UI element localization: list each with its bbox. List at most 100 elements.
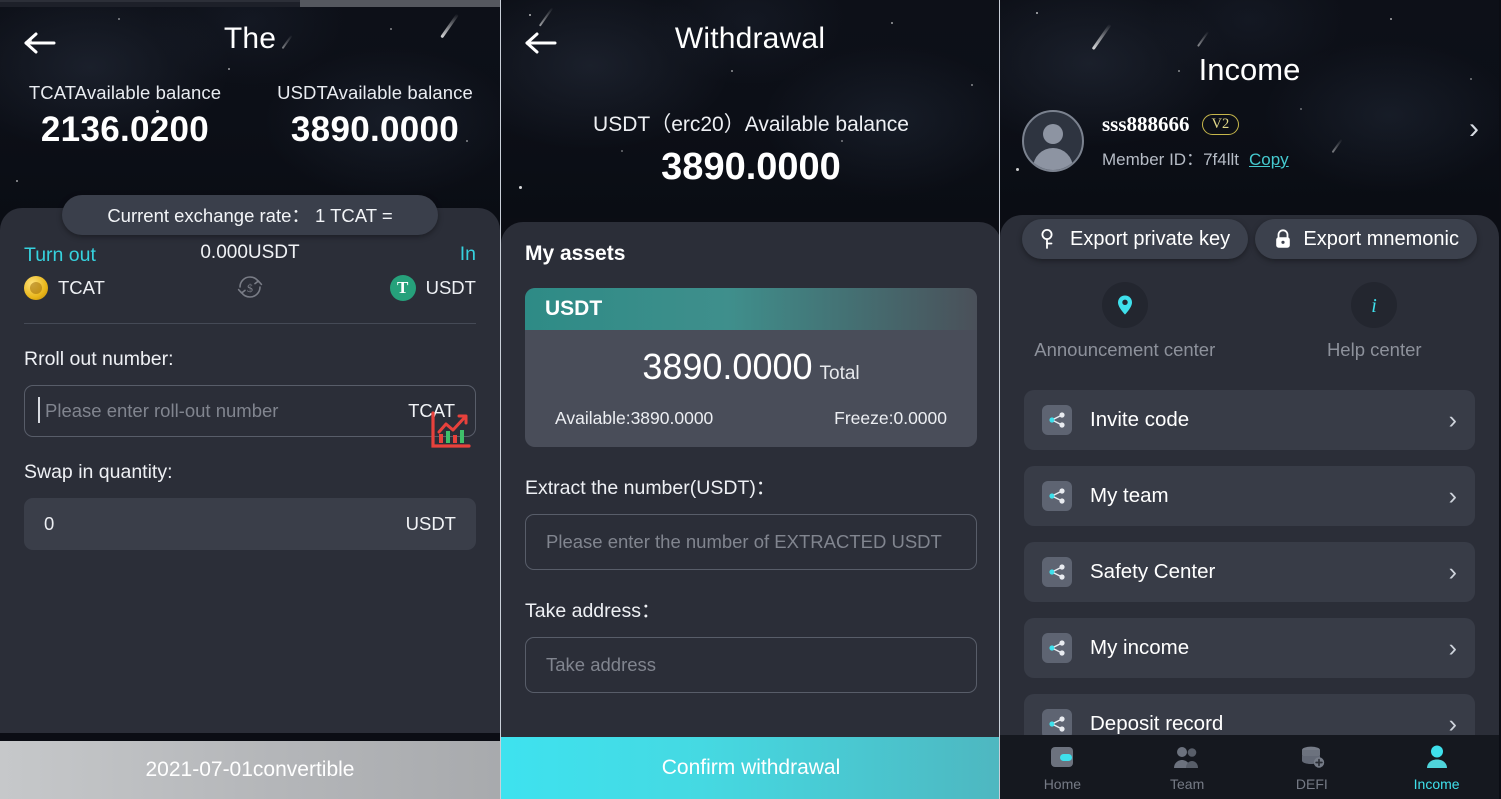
- swap-in-coin[interactable]: USDT: [327, 274, 476, 301]
- panel-income: Income sss888666 V2 Member ID：7f4llt Copy…: [1000, 0, 1499, 799]
- tab-label: Income: [1413, 776, 1460, 792]
- swap-toggle-button[interactable]: $: [173, 273, 327, 301]
- take-address-input[interactable]: Take address: [525, 637, 977, 693]
- menu-item-invite-code[interactable]: Invite code ›: [1024, 390, 1475, 450]
- usdt-coin-icon: [389, 274, 416, 301]
- balance-tcat: TCATAvailable balance 2136.0200: [0, 82, 250, 150]
- extract-number-input[interactable]: Please enter the number of EXTRACTED USD…: [525, 514, 977, 570]
- withdrawal-form-sheet: My assets USDT 3890.0000 Total Available:…: [501, 222, 999, 799]
- income-menu-list: Invite code › My team › Safety Center › …: [1024, 390, 1475, 770]
- withdrawal-balance-label: USDT（erc20）Available balance: [593, 113, 909, 136]
- take-address-placeholder: Take address: [546, 654, 657, 675]
- centers-row: Announcement center i Help center: [1000, 282, 1499, 361]
- swap-in-label: Swap in quantity:: [24, 461, 173, 483]
- export-private-key-label: Export private key: [1070, 227, 1231, 250]
- extract-number-placeholder: Please enter the number of EXTRACTED USD…: [546, 531, 942, 552]
- swap-direction-row: Turn out TCAT 0.000USDT $ In T USDT: [24, 242, 476, 301]
- trend-chart-icon[interactable]: [428, 410, 472, 450]
- balance-label: USDTAvailable balance: [277, 82, 473, 103]
- asset-freeze: Freeze:0.0000: [834, 408, 947, 428]
- page-title: Income: [1198, 52, 1301, 87]
- balance-summary: TCATAvailable balance 2136.0200 USDTAvai…: [0, 82, 500, 150]
- scroll-thumb[interactable]: [300, 0, 500, 7]
- asset-symbol: USDT: [525, 288, 977, 330]
- menu-item-my-team[interactable]: My team ›: [1024, 466, 1475, 526]
- key-icon: [1041, 229, 1053, 249]
- chevron-right-icon: ›: [1448, 633, 1457, 662]
- menu-item-safety-center[interactable]: Safety Center ›: [1024, 542, 1475, 602]
- swap-in-unit: USDT: [405, 513, 456, 534]
- confirm-withdrawal-button[interactable]: Confirm withdrawal: [501, 737, 999, 799]
- export-buttons-row: Export private key Export mnemonic: [1000, 219, 1499, 259]
- copy-button[interactable]: Copy: [1249, 150, 1289, 169]
- tab-home[interactable]: Home: [1000, 742, 1125, 792]
- asset-total-value: 3890.0000: [642, 346, 813, 387]
- profile-summary[interactable]: sss888666 V2 Member ID：7f4llt Copy: [1022, 110, 1289, 172]
- tab-label: Home: [1043, 776, 1082, 792]
- export-private-key-button[interactable]: Export private key: [1022, 219, 1249, 259]
- bottom-tab-bar: Home Team DEFI Income: [1000, 735, 1499, 799]
- avatar-icon: [1022, 110, 1084, 172]
- exchange-rate-pill: Current exchange rate： 1 TCAT =: [62, 195, 438, 235]
- balance-usdt: USDTAvailable balance 3890.0000: [250, 82, 500, 150]
- member-id-label: Member ID：: [1102, 150, 1204, 169]
- svg-text:$: $: [247, 281, 253, 295]
- asset-breakdown: Available:3890.0000 Freeze:0.0000: [543, 408, 959, 429]
- share-network-icon: [1042, 481, 1072, 511]
- exchange-form-sheet: Turn out TCAT 0.000USDT $ In T USDT Rrol…: [0, 208, 500, 733]
- tab-label: Team: [1170, 776, 1205, 792]
- share-network-icon: [1042, 405, 1072, 435]
- balance-value: 3890.0000: [290, 110, 460, 149]
- panel1-header: The: [0, 0, 500, 86]
- menu-item-label: My team: [1090, 484, 1169, 507]
- export-mnemonic-label: Export mnemonic: [1303, 227, 1459, 250]
- roll-out-input[interactable]: Please enter roll-out number TCAT: [24, 385, 476, 437]
- export-mnemonic-button[interactable]: Export mnemonic: [1255, 219, 1477, 259]
- swap-in-caption: In: [459, 242, 476, 265]
- asset-total-row: 3890.0000 Total: [543, 346, 959, 388]
- withdrawal-balance-value: 3890.0000: [661, 146, 841, 188]
- help-center-button[interactable]: i Help center: [1250, 282, 1500, 361]
- svg-text:i: i: [1371, 295, 1377, 317]
- asset-card-body: 3890.0000 Total Available:3890.0000 Freez…: [525, 330, 977, 447]
- convertible-button[interactable]: 2021-07-01convertible: [0, 741, 500, 799]
- swap-out-side[interactable]: Turn out TCAT: [24, 244, 173, 300]
- tcat-coin-icon: [24, 275, 48, 300]
- chevron-right-icon: ›: [1448, 481, 1457, 510]
- section-divider: [24, 323, 476, 324]
- menu-item-my-income[interactable]: My income ›: [1024, 618, 1475, 678]
- info-icon: i: [1371, 295, 1377, 317]
- coin-label: TCAT: [58, 276, 105, 298]
- my-assets-title: My assets: [525, 242, 626, 265]
- swap-in-input[interactable]: 0 USDT: [24, 498, 476, 550]
- announcement-center-button[interactable]: Announcement center: [1000, 282, 1250, 361]
- wallet-icon: [1000, 742, 1125, 772]
- swap-circle-icon: $: [237, 276, 263, 298]
- tab-income[interactable]: Income: [1374, 742, 1499, 792]
- member-id-row: Member ID：7f4llt Copy: [1102, 145, 1289, 170]
- coins-plus-icon: [1250, 742, 1375, 772]
- extract-number-label: Extract the number(USDT)：: [525, 477, 776, 499]
- swap-in-side[interactable]: In USDT: [327, 243, 476, 301]
- swap-out-caption: Turn out: [24, 243, 96, 266]
- take-address-label: Take address：: [525, 600, 661, 622]
- balance-value: 2136.0200: [40, 110, 210, 149]
- profile-name-row: sss888666 V2: [1102, 112, 1289, 137]
- tab-team[interactable]: Team: [1125, 742, 1250, 792]
- three-panel-screenshot: The TCATAvailable balance 2136.0200 USDT…: [0, 0, 1501, 799]
- page-scroll-indicator[interactable]: [0, 0, 500, 7]
- profile-chevron-icon[interactable]: ›: [1469, 112, 1479, 146]
- asset-card-usdt[interactable]: USDT 3890.0000 Total Available:3890.0000 …: [525, 288, 977, 447]
- page-title: Withdrawal: [674, 22, 826, 55]
- swap-middle: 0.000USDT $: [173, 242, 327, 301]
- menu-item-label: Invite code: [1090, 408, 1190, 431]
- tab-label: DEFI: [1295, 776, 1328, 792]
- username: sss888666: [1102, 112, 1190, 136]
- swap-in-value: 0: [44, 513, 55, 534]
- location-pin-icon: [1117, 295, 1132, 315]
- member-id-value: 7f4llt: [1203, 150, 1239, 169]
- tab-defi[interactable]: DEFI: [1250, 742, 1375, 792]
- swap-out-coin[interactable]: TCAT: [24, 275, 173, 300]
- lock-icon: [1276, 229, 1291, 248]
- announcement-center-label: Announcement center: [1034, 339, 1216, 360]
